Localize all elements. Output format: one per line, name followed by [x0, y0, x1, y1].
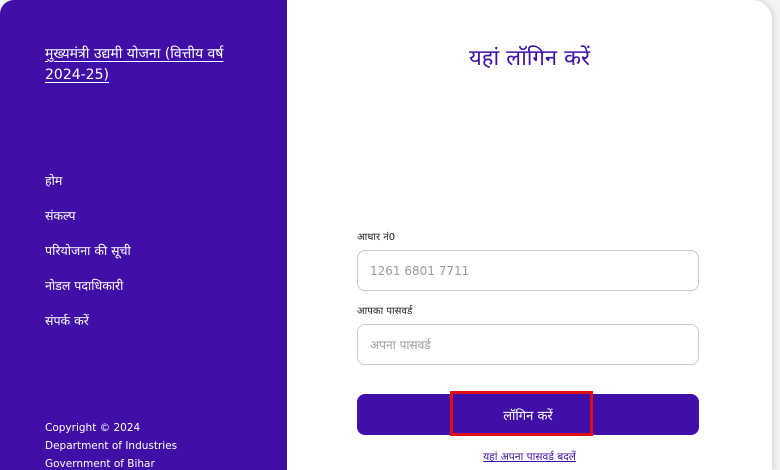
login-panel: यहां लॉगिन करें आधार नं0 आपका पासवर्ड लॉ…: [287, 0, 772, 470]
login-button[interactable]: लॉगिन करें: [357, 394, 699, 435]
nav-item-home[interactable]: होम: [45, 171, 131, 206]
login-heading: यहां लॉगिन करें: [469, 46, 590, 71]
change-password-link[interactable]: यहां अपना पासवर्ड बदलें: [287, 450, 772, 464]
nav-item-project-list[interactable]: परियोजना की सूची: [45, 241, 131, 276]
footer-copyright: Copyright © 2024: [45, 422, 141, 434]
nav-item-resolution[interactable]: संकल्प: [45, 206, 131, 241]
nav-item-nodal-officer[interactable]: नोडल पदाधिकारी: [45, 276, 131, 311]
app-window: मुख्यमंत्री उद्यमी योजना (वित्तीय वर्ष 2…: [0, 0, 772, 470]
sidebar-nav: होम संकल्प परियोजना की सूची नोडल पदाधिका…: [45, 171, 131, 346]
sidebar: मुख्यमंत्री उद्यमी योजना (वित्तीय वर्ष 2…: [0, 0, 287, 470]
aadhaar-input[interactable]: [357, 250, 699, 291]
aadhaar-label: आधार नं0: [357, 232, 396, 243]
footer-government: Government of Bihar: [45, 458, 155, 470]
nav-item-contact[interactable]: संपर्क करें: [45, 311, 131, 346]
scheme-title-link[interactable]: मुख्यमंत्री उद्यमी योजना (वित्तीय वर्ष 2…: [45, 44, 255, 86]
footer-department: Department of Industries: [45, 440, 178, 452]
password-input[interactable]: [357, 324, 699, 365]
password-label: आपका पासवर्ड: [357, 306, 413, 317]
sidebar-footer: Copyright © 2024 Department of Industrie…: [45, 419, 177, 470]
